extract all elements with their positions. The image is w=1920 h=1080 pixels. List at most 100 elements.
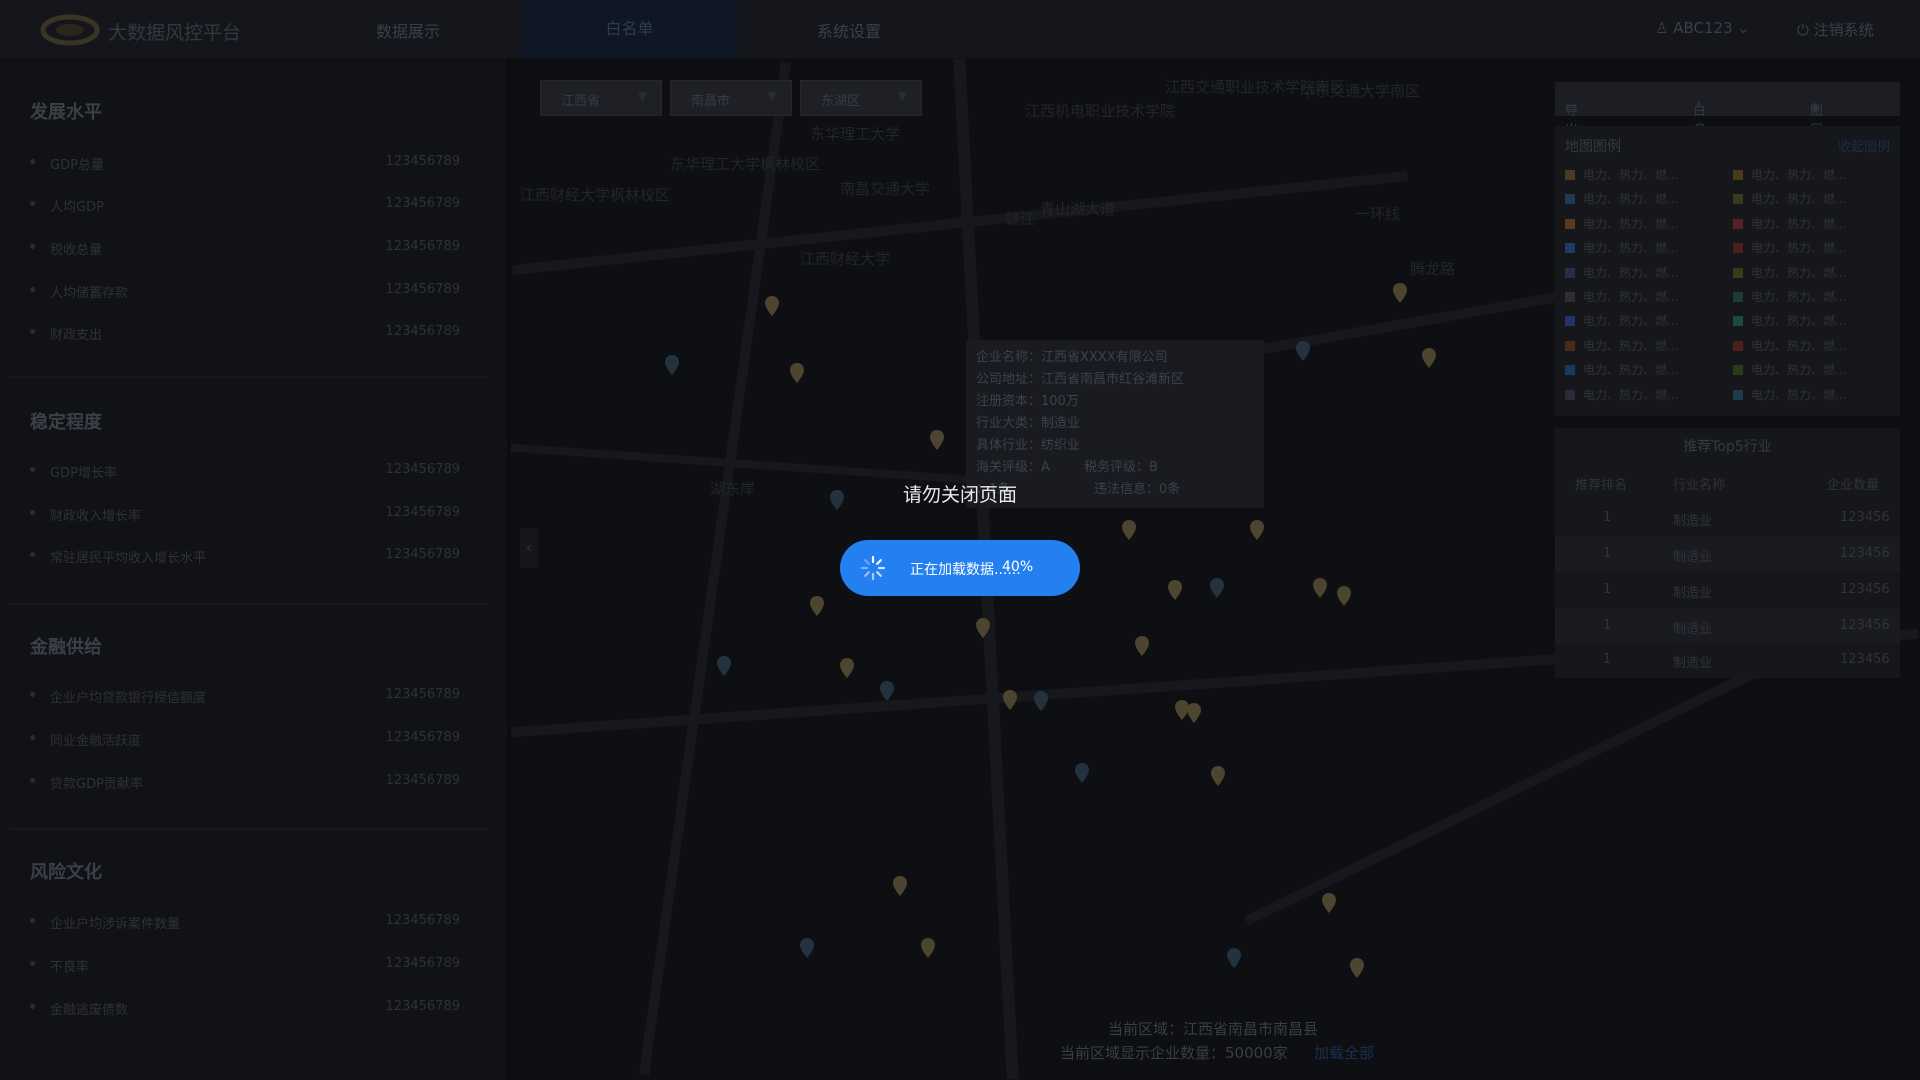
legend-item[interactable]: 电力、热力、燃... bbox=[1565, 190, 1678, 207]
map-marker-icon[interactable] bbox=[1296, 341, 1310, 361]
indicator-row[interactable]: 人均GDP 123456789 bbox=[30, 192, 460, 220]
map-marker-icon[interactable] bbox=[930, 430, 944, 450]
legend-swatch bbox=[1733, 218, 1743, 229]
legend-item[interactable]: 电力、热力、燃... bbox=[1733, 239, 1846, 256]
indicator-row[interactable]: 税收总量 123456789 bbox=[30, 235, 460, 263]
indicator-row[interactable]: 同业金融活跃度 123456789 bbox=[30, 726, 460, 754]
map-label: 华东交通大学南区 bbox=[1300, 82, 1421, 100]
bullet-icon bbox=[30, 244, 35, 249]
map-marker-icon[interactable] bbox=[1337, 586, 1351, 606]
indicator-row[interactable]: 企业户均贷款银行授信额度 123456789 bbox=[30, 683, 460, 711]
map-marker-icon[interactable] bbox=[1135, 636, 1149, 656]
legend-item[interactable]: 电力、热力、燃... bbox=[1733, 386, 1846, 403]
indicator-row[interactable]: 财政支出 123456789 bbox=[30, 320, 460, 348]
logout-button[interactable]: ⏻ 注销系统 bbox=[1797, 19, 1874, 40]
legend-item[interactable]: 电力、热力、燃... bbox=[1565, 288, 1678, 305]
indicator-row[interactable]: GDP总量 123456789 bbox=[30, 150, 460, 178]
legend-item[interactable]: 电力、热力、燃... bbox=[1565, 239, 1678, 256]
map-marker-icon[interactable] bbox=[1122, 520, 1136, 540]
legend-item[interactable]: 电力、热力、燃... bbox=[1733, 215, 1846, 232]
legend-item[interactable]: 电力、热力、燃... bbox=[1733, 166, 1846, 183]
map-marker-icon[interactable] bbox=[1250, 520, 1264, 540]
indicator-label: 财政支出 bbox=[50, 328, 103, 343]
legend-item[interactable]: 电力、热力、燃... bbox=[1733, 288, 1846, 305]
legend-collapse-link[interactable]: 收起图例 bbox=[1838, 136, 1890, 155]
map-marker-icon[interactable] bbox=[921, 938, 935, 958]
legend-label: 电力、热力、燃... bbox=[1583, 192, 1679, 207]
legend-item[interactable]: 电力、热力、燃... bbox=[1565, 215, 1678, 232]
legend-swatch bbox=[1565, 365, 1575, 376]
map-marker-icon[interactable] bbox=[1393, 283, 1407, 303]
map-marker-icon[interactable] bbox=[1187, 703, 1201, 723]
map-marker-icon[interactable] bbox=[1034, 691, 1048, 711]
indicator-value: 123456789 bbox=[385, 730, 460, 745]
indicator-value: 123456789 bbox=[385, 462, 460, 477]
map-marker-icon[interactable] bbox=[800, 938, 814, 958]
user-menu[interactable]: ♙ ABC123 ⌄ bbox=[1655, 19, 1750, 37]
map-marker-icon[interactable] bbox=[1168, 580, 1182, 600]
map-label: 东华理工大学枫林校区 bbox=[670, 155, 821, 173]
map-marker-icon[interactable] bbox=[1322, 893, 1336, 913]
caret-down-icon: ▼ bbox=[897, 89, 907, 103]
map-marker-icon[interactable] bbox=[1003, 690, 1017, 710]
legend-item[interactable]: 电力、热力、燃... bbox=[1733, 190, 1846, 207]
indicator-row[interactable]: 常驻居民平均收入增长水平 123456789 bbox=[30, 543, 460, 571]
district-select[interactable]: 东湖区 ▼ bbox=[800, 80, 922, 116]
map-marker-icon[interactable] bbox=[790, 363, 804, 383]
indicator-label: 人均储蓄存款 bbox=[50, 286, 129, 301]
map-marker-icon[interactable] bbox=[1227, 948, 1241, 968]
caret-down-icon: ▼ bbox=[637, 89, 647, 103]
city-select[interactable]: 南昌市 ▼ bbox=[670, 80, 792, 116]
legend-label: 电力、热力、燃... bbox=[1583, 387, 1679, 402]
map-marker-icon[interactable] bbox=[1350, 958, 1364, 978]
map-marker-icon[interactable] bbox=[810, 596, 824, 616]
map-marker-icon[interactable] bbox=[840, 658, 854, 678]
map-marker-icon[interactable] bbox=[893, 876, 907, 896]
map-marker-icon[interactable] bbox=[1075, 763, 1089, 783]
legend-title: 地图图例 bbox=[1565, 139, 1621, 155]
industry-cell: 制造业 bbox=[1673, 550, 1713, 565]
legend-label: 电力、热力、燃... bbox=[1583, 314, 1679, 329]
collapse-sidebar-button[interactable]: ‹ bbox=[520, 528, 538, 568]
legend-label: 电力、热力、燃... bbox=[1751, 265, 1847, 280]
map-marker-icon[interactable] bbox=[880, 681, 894, 701]
legend-item[interactable]: 电力、热力、燃... bbox=[1565, 312, 1678, 329]
map-marker-icon[interactable] bbox=[665, 355, 679, 375]
load-all-link[interactable]: 加载全部 bbox=[1314, 1042, 1374, 1063]
map-marker-icon[interactable] bbox=[1313, 578, 1327, 598]
info-customs-rating: 海关评级：A bbox=[976, 460, 1050, 475]
legend-item[interactable]: 电力、热力、燃... bbox=[1733, 312, 1846, 329]
province-select[interactable]: 江西省 ▼ bbox=[540, 80, 662, 116]
legend-item[interactable]: 电力、热力、燃... bbox=[1733, 361, 1846, 378]
indicator-row[interactable]: 贷款GDP贡献率 123456789 bbox=[30, 769, 460, 797]
map-marker-icon[interactable] bbox=[1211, 766, 1225, 786]
legend-label: 电力、热力、燃... bbox=[1583, 290, 1679, 304]
nav-system-settings[interactable]: 系统设置 bbox=[817, 18, 881, 42]
legend-item[interactable]: 电力、热力、燃... bbox=[1565, 386, 1678, 403]
map-label: 一环线 bbox=[1355, 205, 1401, 223]
indicator-row[interactable]: 人均储蓄存款 123456789 bbox=[30, 278, 460, 306]
nav-whitelist[interactable]: 白名单 bbox=[522, 0, 737, 58]
legend-swatch bbox=[1733, 243, 1743, 254]
indicator-value: 123456789 bbox=[385, 773, 460, 788]
indicator-row[interactable]: 不良率 123456789 bbox=[30, 952, 460, 980]
rank-cell: 1 bbox=[1603, 618, 1612, 633]
legend-item[interactable]: 电力、热力、燃... bbox=[1565, 361, 1678, 378]
legend-item[interactable]: 电力、热力、燃... bbox=[1733, 337, 1846, 354]
indicator-row[interactable]: 金融逃废债数 123456789 bbox=[30, 995, 460, 1023]
bullet-icon bbox=[30, 329, 35, 334]
map-marker-icon[interactable] bbox=[1210, 578, 1224, 598]
legend-item[interactable]: 电力、热力、燃... bbox=[1565, 264, 1678, 281]
map-marker-icon[interactable] bbox=[976, 618, 990, 638]
indicator-row[interactable]: 企业户均涉诉案件数量 123456789 bbox=[30, 909, 460, 937]
map-marker-icon[interactable] bbox=[765, 296, 779, 316]
map-marker-icon[interactable] bbox=[717, 656, 731, 676]
legend-item[interactable]: 电力、热力、燃... bbox=[1733, 264, 1846, 281]
legend-item[interactable]: 电力、热力、燃... bbox=[1565, 166, 1678, 183]
rank-cell: 1 bbox=[1603, 510, 1612, 525]
indicator-value: 123456789 bbox=[385, 239, 460, 254]
map-marker-icon[interactable] bbox=[1422, 348, 1436, 368]
legend-item[interactable]: 电力、热力、燃... bbox=[1565, 337, 1678, 354]
legend-label: 电力、热力、燃... bbox=[1751, 338, 1847, 353]
nav-data-display[interactable]: 数据展示 bbox=[376, 18, 440, 42]
